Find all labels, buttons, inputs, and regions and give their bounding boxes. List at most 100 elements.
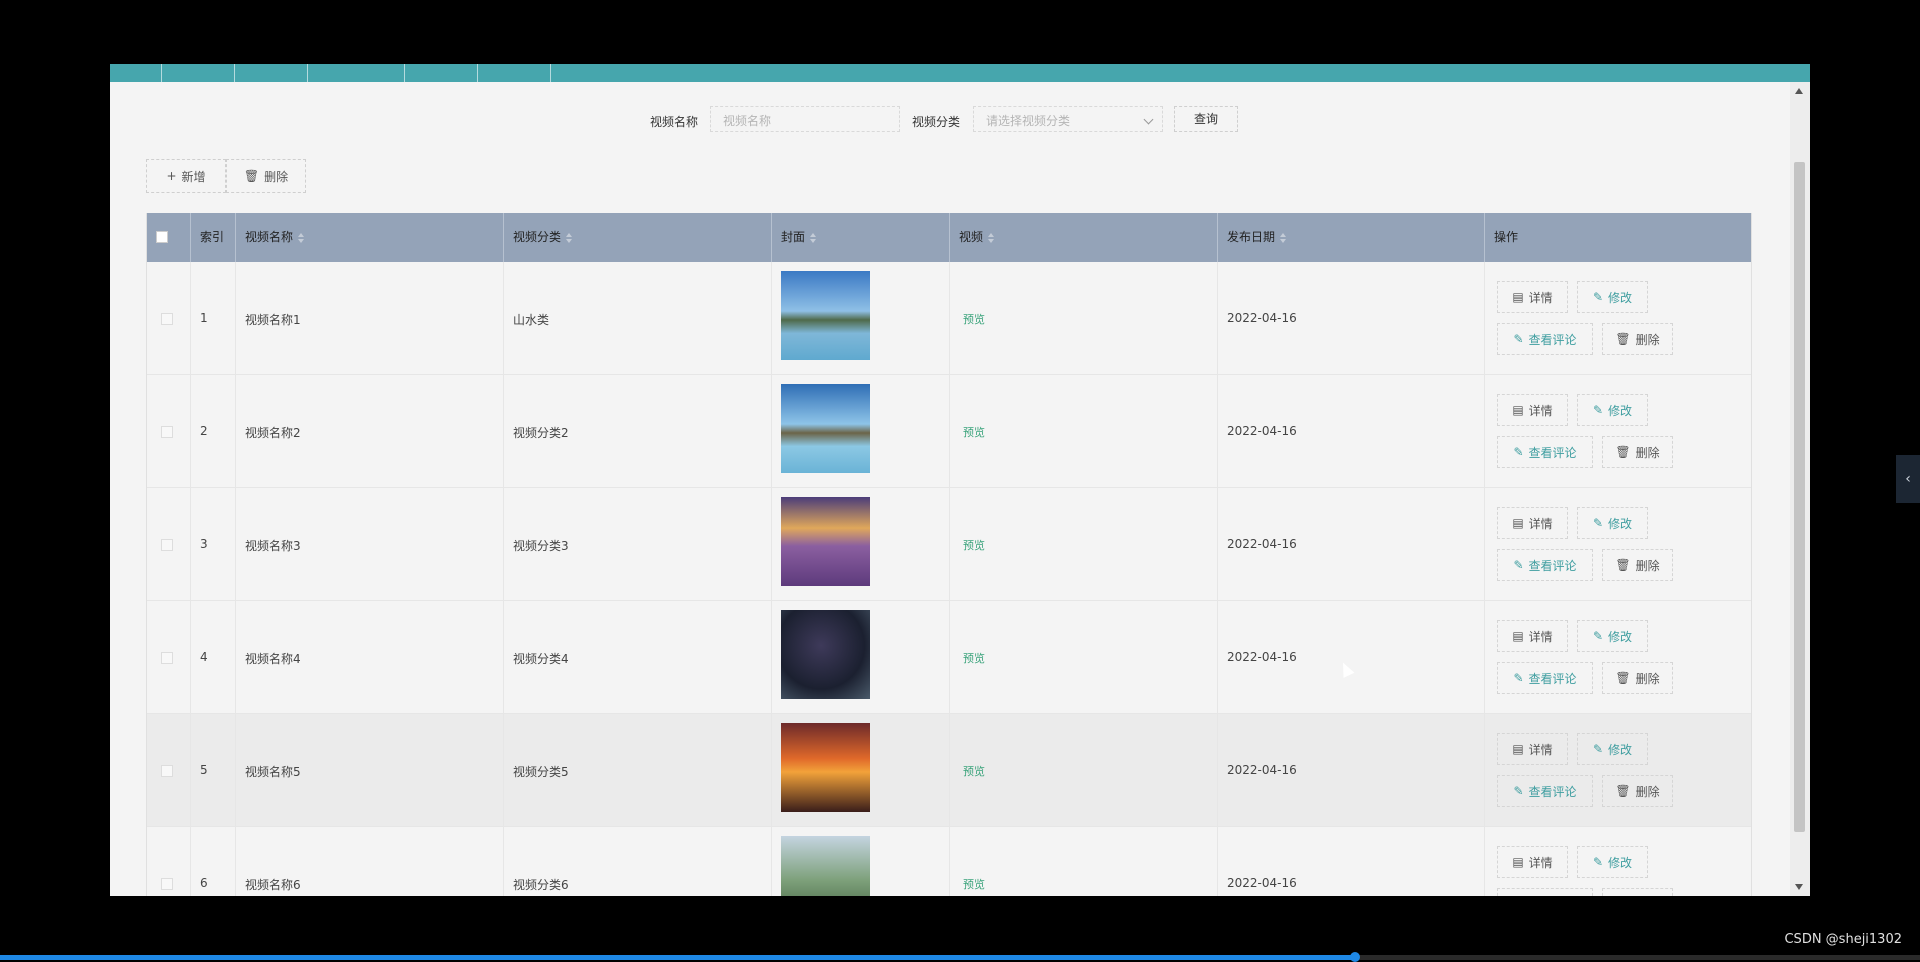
detail-button[interactable]: ▤ 详情	[1497, 394, 1568, 426]
table-row: 6 视频名称6 视频分类6 预览 2022-04-16 ▤ 详情 ✎ 修改 ✎查看评论 🗑删除	[147, 827, 1751, 896]
tab-1[interactable]	[110, 64, 162, 82]
edit-button[interactable]: ✎ 修改	[1577, 507, 1648, 539]
row-checkbox[interactable]	[161, 313, 173, 325]
view-comments-button[interactable]: ✎查看评论	[1497, 888, 1593, 896]
sort-icon[interactable]	[1280, 232, 1287, 243]
tab-5[interactable]	[405, 64, 478, 82]
sort-icon[interactable]	[988, 232, 995, 243]
publish-date: 2022-04-16	[1227, 537, 1297, 551]
ops-cell: ▤ 详情 ✎ 修改 ✎ 查看评论 🗑 删除	[1485, 375, 1751, 488]
edit-label: 修改	[1608, 742, 1633, 757]
preview-link[interactable]: 预览	[963, 876, 985, 892]
preview-link[interactable]: 预览	[963, 763, 985, 779]
preview-link[interactable]: 预览	[963, 311, 985, 327]
video-category: 视频分类6	[513, 878, 569, 892]
date-cell: 2022-04-16	[1218, 714, 1485, 827]
row-checkbox[interactable]	[161, 539, 173, 551]
video-cell: 预览	[950, 375, 1218, 488]
cover-cell	[772, 714, 950, 827]
delete-button[interactable]: 🗑删除	[1602, 436, 1673, 468]
publish-date: 2022-04-16	[1227, 424, 1297, 438]
preview-link[interactable]: 预览	[963, 650, 985, 666]
name-cell: 视频名称4	[236, 601, 504, 714]
progress-knob[interactable]	[1350, 952, 1360, 962]
tab-6[interactable]	[478, 64, 551, 82]
detail-button[interactable]: ▤ 详情	[1497, 507, 1568, 539]
sort-icon[interactable]	[566, 232, 573, 243]
row-checkbox[interactable]	[161, 652, 173, 664]
preview-link[interactable]: 预览	[963, 424, 985, 440]
row-checkbox[interactable]	[161, 878, 173, 890]
name-cell: 视频名称2	[236, 375, 504, 488]
delete-button[interactable]: 🗑删除	[1602, 775, 1673, 807]
delete-label: 删除	[1635, 558, 1660, 573]
table-row: 2 视频名称2 视频分类2 预览 2022-04-16 ▤ 详情 ✎ 修改 ✎ 查看评论 🗑 删除	[147, 375, 1751, 488]
tab-4[interactable]	[308, 64, 405, 82]
scroll-up-icon[interactable]	[1795, 88, 1803, 94]
video-name-input[interactable]: 视频名称	[710, 106, 900, 132]
delete-button[interactable]: 🗑删除	[1602, 888, 1673, 896]
cover-thumbnail[interactable]	[781, 836, 870, 896]
tab-3[interactable]	[235, 64, 308, 82]
detail-button[interactable]: ▤ 详情	[1497, 733, 1568, 765]
video-cell: 预览	[950, 488, 1218, 601]
sort-icon[interactable]	[810, 232, 817, 243]
row-checkbox[interactable]	[161, 765, 173, 777]
date-cell: 2022-04-16	[1218, 375, 1485, 488]
detail-button[interactable]: ▤ 详情	[1497, 846, 1568, 878]
view-comments-button[interactable]: ✎查看评论	[1497, 662, 1593, 694]
cover-thumbnail[interactable]	[781, 610, 870, 699]
view-comments-button[interactable]: ✎查看评论	[1497, 323, 1593, 355]
pencil-icon: ✎	[1592, 290, 1604, 304]
video-cell: 预览	[950, 262, 1218, 375]
edit-button[interactable]: ✎ 修改	[1577, 281, 1648, 313]
table-row: 3 视频名称3 视频分类3 预览 2022-04-16 ▤ 详情 ✎ 修改 ✎ 查看评论 🗑 删除	[147, 488, 1751, 601]
preview-link[interactable]: 预览	[963, 537, 985, 553]
video-progress-bar[interactable]	[0, 952, 1920, 962]
scroll-thumb[interactable]	[1794, 162, 1805, 832]
edit-button[interactable]: ✎ 修改	[1577, 620, 1648, 652]
document-icon: ▤	[1512, 403, 1524, 417]
header-date[interactable]: 发布日期	[1218, 213, 1485, 262]
edit-button[interactable]: ✎ 修改	[1577, 733, 1648, 765]
side-collapse-button[interactable]: ‹	[1896, 455, 1920, 503]
video-category-select[interactable]: 请选择视频分类	[973, 106, 1163, 132]
delete-label: 删除	[264, 169, 289, 184]
index-cell: 6	[191, 827, 236, 896]
view-comments-button[interactable]: ✎查看评论	[1497, 775, 1593, 807]
cover-thumbnail[interactable]	[781, 271, 870, 360]
table-row: 1 视频名称1 山水类 预览 2022-04-16 ▤ 详情 ✎ 修改 ✎ 查看评论 🗑 删除	[147, 262, 1751, 375]
row-checkbox[interactable]	[161, 426, 173, 438]
delete-button[interactable]: 🗑删除	[1602, 549, 1673, 581]
video-table: 索引 视频名称 视频分类 封面 视频 发布日期 操作 1 视频名称1 山水类 预览 20…	[146, 213, 1752, 896]
delete-label: 删除	[1635, 332, 1660, 347]
add-button[interactable]: + 新增	[146, 159, 226, 193]
sort-icon[interactable]	[298, 232, 305, 243]
detail-button[interactable]: ▤ 详情	[1497, 281, 1568, 313]
cover-thumbnail[interactable]	[781, 723, 870, 812]
name-cell: 视频名称3	[236, 488, 504, 601]
delete-button[interactable]: 🗑删除	[1602, 662, 1673, 694]
detail-button[interactable]: ▤ 详情	[1497, 620, 1568, 652]
query-button[interactable]: 查询	[1174, 106, 1238, 132]
pencil-icon: ✎	[1592, 855, 1604, 869]
header-video[interactable]: 视频	[950, 213, 1218, 262]
view-comments-button[interactable]: ✎查看评论	[1497, 436, 1593, 468]
name-cell: 视频名称1	[236, 262, 504, 375]
scroll-down-icon[interactable]	[1795, 884, 1803, 890]
vertical-scrollbar[interactable]	[1790, 82, 1810, 896]
header-name[interactable]: 视频名称	[236, 213, 504, 262]
edit-button[interactable]: ✎ 修改	[1577, 394, 1648, 426]
edit-button[interactable]: ✎ 修改	[1577, 846, 1648, 878]
header-category[interactable]: 视频分类	[504, 213, 772, 262]
select-all-checkbox[interactable]	[156, 231, 168, 243]
video-category-label: 视频分类	[912, 115, 961, 129]
tab-2[interactable]	[162, 64, 235, 82]
header-cover[interactable]: 封面	[772, 213, 950, 262]
delete-button[interactable]: 🗑删除	[1602, 323, 1673, 355]
pencil-icon: ✎	[1513, 445, 1524, 459]
view-comments-button[interactable]: ✎查看评论	[1497, 549, 1593, 581]
cover-thumbnail[interactable]	[781, 384, 870, 473]
cover-thumbnail[interactable]	[781, 497, 870, 586]
batch-delete-button[interactable]: 🗑 删除	[226, 159, 306, 193]
